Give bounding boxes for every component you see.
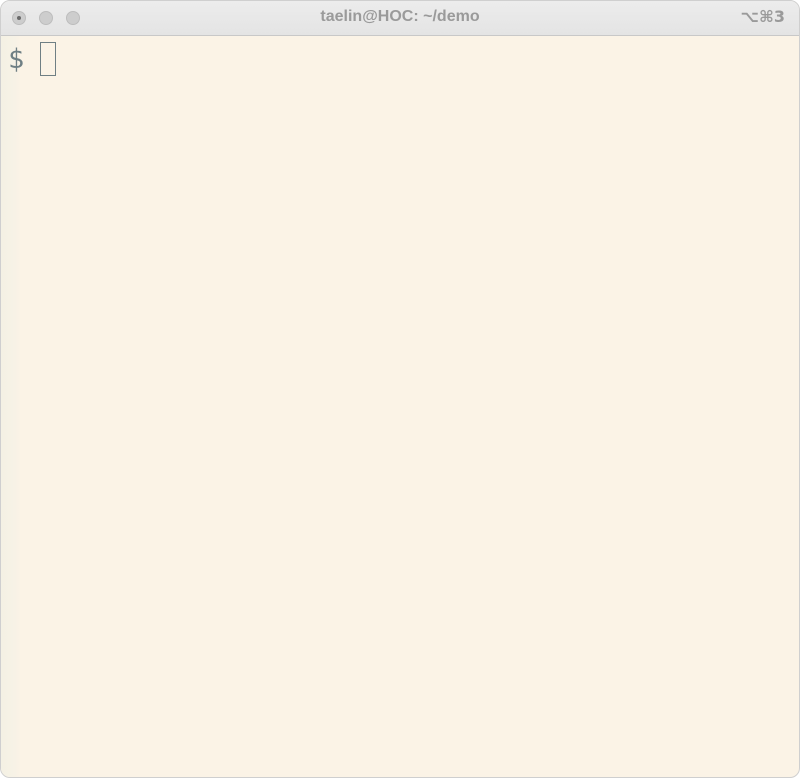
terminal-area[interactable]: $ [1, 36, 799, 777]
text-cursor [40, 42, 56, 76]
terminal-window: taelin@HOC: ~/demo ⌥⌘3 $ [0, 0, 800, 778]
window-shortcut: ⌥⌘3 [740, 7, 785, 26]
title-bar[interactable]: taelin@HOC: ~/demo ⌥⌘3 [1, 1, 799, 36]
prompt-symbol: $ [8, 44, 25, 75]
window-title: taelin@HOC: ~/demo [320, 8, 480, 25]
